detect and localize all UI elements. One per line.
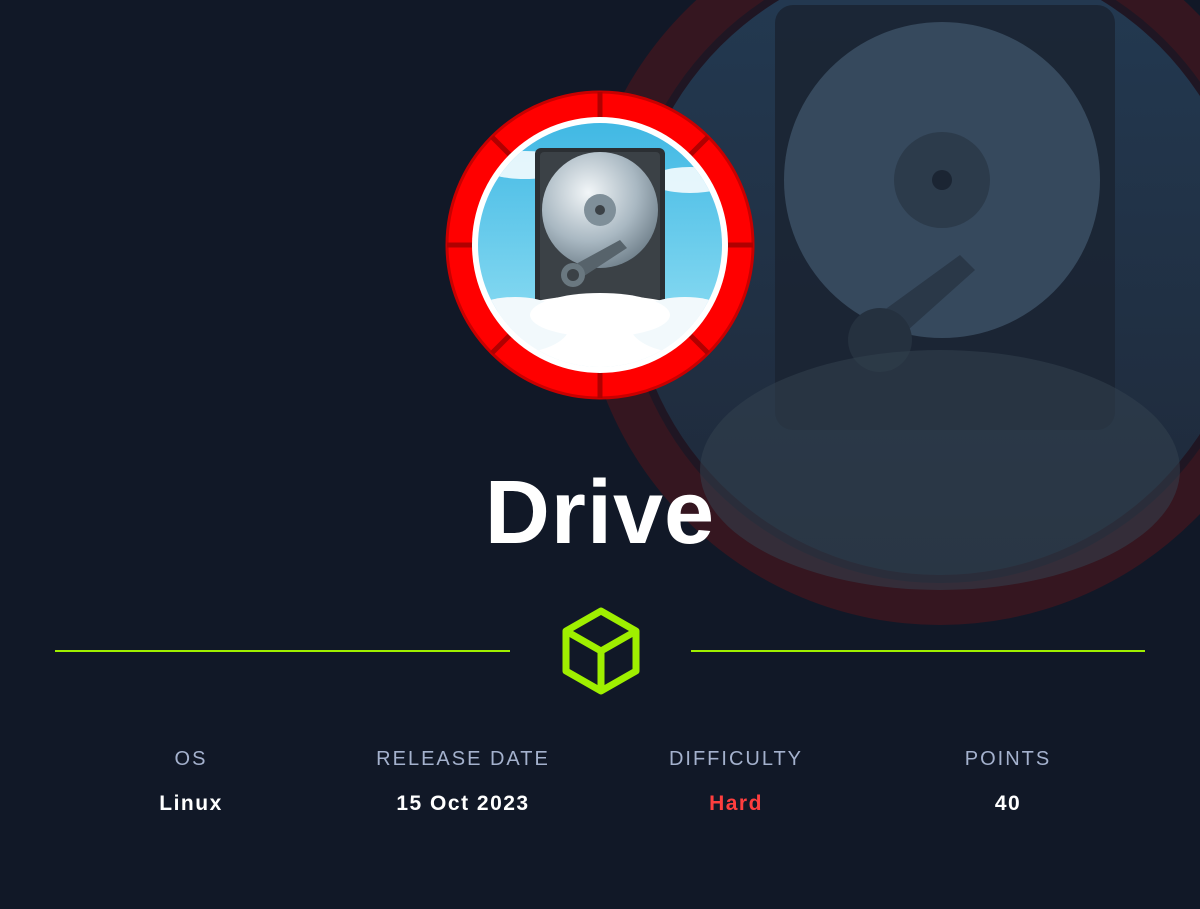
stat-release-date: RELEASE DATE 15 Oct 2023 <box>333 745 593 817</box>
stat-points-label: POINTS <box>964 748 1052 770</box>
stat-difficulty: DIFFICULTY Hard <box>606 745 866 817</box>
stat-os: OS Linux <box>61 745 321 817</box>
divider-right <box>691 650 1145 652</box>
stat-release-date-value: 15 Oct 2023 <box>396 792 530 815</box>
stat-difficulty-label: DIFFICULTY <box>668 748 804 770</box>
divider-left <box>55 650 510 652</box>
stat-os-label: OS <box>174 748 208 770</box>
stat-points-value: 40 <box>994 792 1022 815</box>
stat-os-value: Linux <box>159 792 223 815</box>
hack-the-box-cube-icon <box>562 607 640 695</box>
machine-name: Drive <box>484 463 716 563</box>
stat-points: POINTS 40 <box>878 745 1138 817</box>
machine-avatar <box>445 90 755 400</box>
stat-difficulty-value: Hard <box>709 792 763 815</box>
stat-release-date-label: RELEASE DATE <box>376 748 550 770</box>
